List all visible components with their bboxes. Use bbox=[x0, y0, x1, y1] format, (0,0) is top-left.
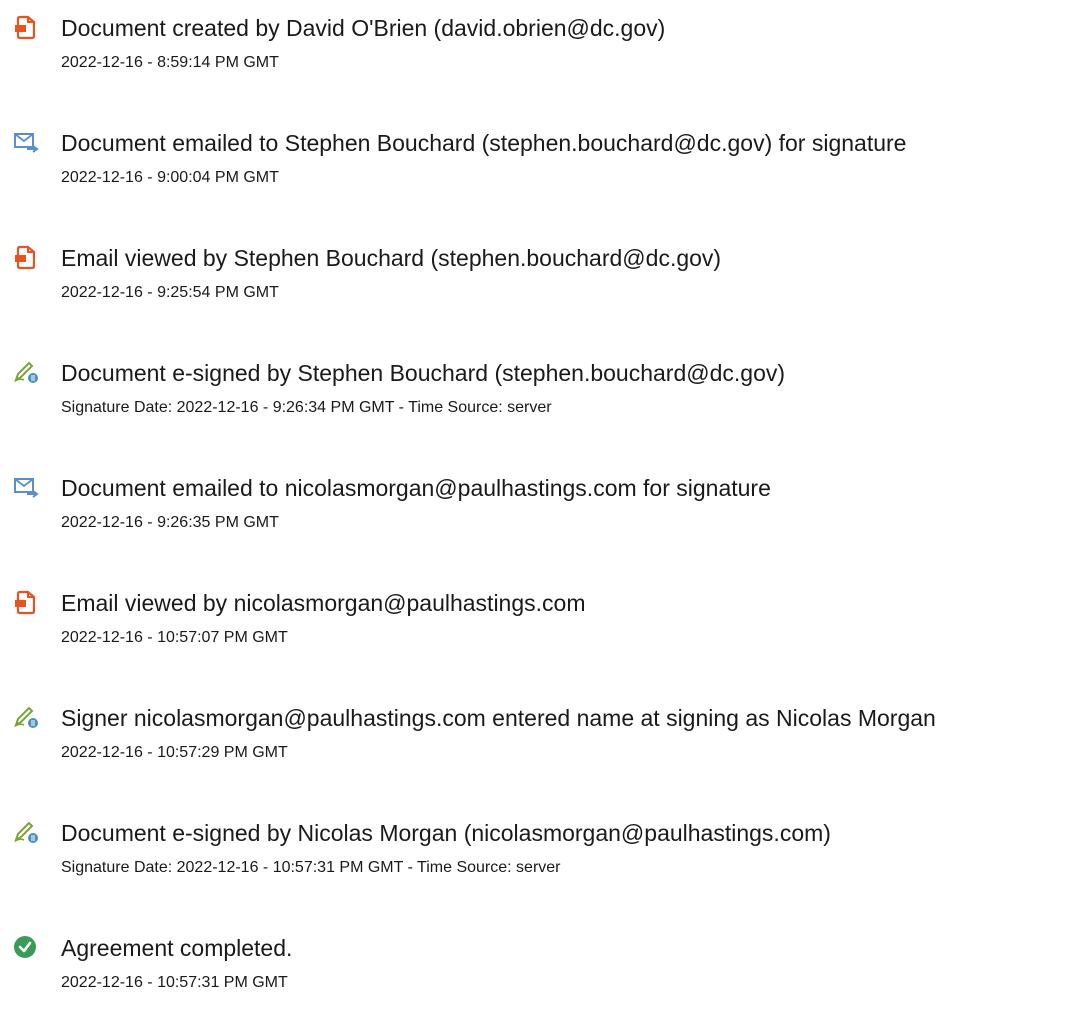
event-signature-date: Signature Date: 2022-12-16 - 10:57:31 PM… bbox=[61, 859, 561, 876]
email-icon bbox=[12, 474, 40, 500]
event-signature-date: Signature Date: 2022-12-16 - 9:26:34 PM … bbox=[61, 399, 552, 416]
audit-event: Document e-signed by Nicolas Morgan (nic… bbox=[0, 805, 1069, 895]
esign-icon bbox=[12, 359, 40, 385]
event-timestamp: 2022-12-16 - 9:26:35 PM GMT bbox=[61, 514, 279, 531]
checkmark-circle-icon bbox=[12, 934, 40, 960]
event-title: Document created by David O'Brien (david… bbox=[61, 15, 666, 41]
audit-event: Document e-signed by Stephen Bouchard (s… bbox=[0, 345, 1069, 435]
esign-icon bbox=[12, 819, 40, 845]
event-timestamp: 2022-12-16 - 10:57:31 PM GMT bbox=[61, 974, 288, 991]
event-title: Document emailed to nicolasmorgan@paulha… bbox=[61, 475, 771, 501]
audit-event: Email viewed by nicolasmorgan@paulhastin… bbox=[0, 575, 1069, 665]
esign-icon bbox=[12, 704, 40, 730]
event-timestamp: 2022-12-16 - 10:57:07 PM GMT bbox=[61, 629, 288, 646]
audit-event: Document emailed to nicolasmorgan@paulha… bbox=[0, 460, 1069, 550]
event-title: Email viewed by nicolasmorgan@paulhastin… bbox=[61, 590, 586, 616]
document-icon bbox=[12, 589, 40, 615]
event-timestamp: 2022-12-16 - 10:57:29 PM GMT bbox=[61, 744, 288, 761]
event-title: Signer nicolasmorgan@paulhastings.com en… bbox=[61, 705, 936, 731]
email-icon bbox=[12, 129, 40, 155]
event-timestamp: 2022-12-16 - 9:00:04 PM GMT bbox=[61, 169, 279, 186]
event-timestamp: 2022-12-16 - 9:25:54 PM GMT bbox=[61, 284, 279, 301]
audit-event: Agreement completed. 2022-12-16 - 10:57:… bbox=[0, 920, 1069, 1010]
document-icon bbox=[12, 14, 40, 40]
event-timestamp: 2022-12-16 - 8:59:14 PM GMT bbox=[61, 54, 279, 71]
audit-event: Email viewed by Stephen Bouchard (stephe… bbox=[0, 230, 1069, 320]
audit-event: Document emailed to Stephen Bouchard (st… bbox=[0, 115, 1069, 205]
event-title: Agreement completed. bbox=[61, 935, 293, 961]
audit-event: Signer nicolasmorgan@paulhastings.com en… bbox=[0, 690, 1069, 780]
document-icon bbox=[12, 244, 40, 270]
event-title: Document e-signed by Stephen Bouchard (s… bbox=[61, 360, 786, 386]
event-title: Email viewed by Stephen Bouchard (stephe… bbox=[61, 245, 722, 271]
event-title: Document emailed to Stephen Bouchard (st… bbox=[61, 130, 907, 156]
event-title: Document e-signed by Nicolas Morgan (nic… bbox=[61, 820, 831, 846]
audit-event: Document created by David O'Brien (david… bbox=[0, 0, 1069, 90]
